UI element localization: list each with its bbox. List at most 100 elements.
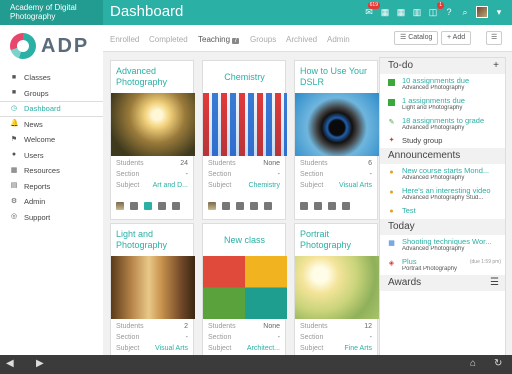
announcement-item[interactable]: ● New course starts Mond... Advanced Photo… [380, 164, 505, 184]
sidebar-item-support[interactable]: ◎ Support [0, 210, 103, 226]
card-title[interactable]: Advanced Photography [116, 66, 189, 88]
sidebar-item-welcome[interactable]: ⚑ Welcome [0, 132, 103, 148]
subject-label: Subject [208, 182, 232, 189]
sidebar-item-dashboard[interactable]: ◷ Dashboard [0, 101, 103, 117]
class-card[interactable]: New class Students None Section - Subject A… [202, 223, 287, 373]
document-icon[interactable] [314, 202, 322, 210]
card-title[interactable]: Light and Photography [116, 229, 189, 251]
today-item-title[interactable]: Shooting techniques Wor... [402, 235, 505, 246]
forward-icon[interactable]: ▶ [36, 358, 44, 369]
todo-item-title[interactable]: Study group [402, 134, 505, 145]
grid-icon[interactable] [172, 202, 180, 210]
tab-enrolled[interactable]: Enrolled [110, 35, 139, 44]
card-image[interactable] [203, 256, 287, 319]
menu-button[interactable]: ☰ [486, 31, 503, 45]
card-title[interactable]: Portrait Photography [300, 229, 373, 251]
bell-icon[interactable] [328, 202, 336, 210]
announcement-item[interactable]: ● Test [380, 204, 505, 219]
sidebar-item-label: Reports [24, 181, 51, 191]
subject-value[interactable]: Architect... [247, 345, 280, 352]
sidebar-item-users[interactable]: ● Users [0, 148, 103, 164]
chevron-down-icon[interactable]: ▾ [494, 7, 504, 17]
subject-value[interactable]: Chemistry [248, 182, 280, 189]
bell-icon[interactable] [236, 202, 244, 210]
subject-value[interactable]: Art and D... [153, 182, 188, 189]
class-card[interactable]: Light and Photography Students 2 Section -… [110, 223, 195, 373]
sidebar-item-reports[interactable]: ▤ Reports [0, 179, 103, 195]
todo-item[interactable]: ✦ Study group [380, 134, 505, 148]
todo-item-title[interactable]: 1 assignments due [402, 94, 505, 105]
sidebar-item-classes[interactable]: ■ Classes [0, 70, 103, 86]
announcement-title[interactable]: Test [402, 204, 505, 215]
subject-value[interactable]: Fine Arts [344, 345, 372, 352]
calendar-icon[interactable]: ▦ [380, 7, 390, 17]
checkbox-icon[interactable] [388, 99, 395, 106]
top-icons: ✉ 619 ▦ ▦ ▥ ◫ 1 ? ⌕ ▾ [364, 2, 504, 18]
bell-icon[interactable] [158, 202, 166, 210]
bottom-bar: ◀ ▶ ⌂ ↻ [0, 355, 512, 374]
groups-icon: ■ [11, 89, 17, 97]
menu-icon[interactable]: ☰ [490, 275, 499, 291]
catalog-button[interactable]: ☰ Catalog [394, 31, 439, 45]
card-image[interactable] [295, 93, 379, 156]
sidebar-item-label: Classes [24, 73, 51, 83]
help-icon[interactable]: ? [444, 7, 454, 17]
announcement-title[interactable]: Here's an interesting video [402, 184, 505, 195]
class-card[interactable]: Advanced Photography Students 24 Section -… [110, 60, 195, 220]
logo[interactable]: ADP [10, 33, 89, 59]
grid-icon[interactable] [342, 202, 350, 210]
brand-name[interactable]: Academy of Digital Photography [0, 0, 103, 25]
checkbox-icon[interactable] [388, 79, 395, 86]
avatar[interactable] [476, 6, 488, 18]
class-card[interactable]: How to Use Your DSLR Students 6 Section - … [294, 60, 379, 220]
card-image[interactable] [295, 256, 379, 319]
announcement-title[interactable]: New course starts Mond... [402, 164, 505, 175]
back-icon[interactable]: ◀ [6, 358, 14, 369]
tab-teaching[interactable]: Teaching 7 [198, 35, 240, 44]
add-todo-icon[interactable]: + [493, 58, 499, 74]
todo-item[interactable]: 10 assignments due Advanced Photography [380, 74, 505, 94]
todo-item-title[interactable]: 10 assignments due [402, 74, 505, 85]
card-image[interactable] [111, 256, 195, 319]
document-icon[interactable] [222, 202, 230, 210]
refresh-icon[interactable]: ↻ [494, 358, 502, 369]
book-icon[interactable] [300, 202, 308, 210]
subject-value[interactable]: Visual Arts [155, 345, 188, 352]
card-title[interactable]: Chemistry [208, 72, 281, 83]
card-image[interactable] [111, 93, 195, 156]
add-button[interactable]: + Add [441, 31, 472, 45]
subject-value[interactable]: Visual Arts [339, 182, 372, 189]
card-title[interactable]: How to Use Your DSLR [300, 66, 373, 88]
search-icon[interactable]: ⌕ [460, 7, 470, 17]
cart-icon[interactable]: ◫ 1 [428, 2, 444, 17]
tab-groups[interactable]: Groups [250, 35, 276, 44]
grid-icon[interactable]: ▦ [396, 7, 406, 17]
thumbnail-icon[interactable] [208, 202, 216, 210]
mail-icon[interactable]: ✉ 619 [364, 2, 380, 17]
today-item[interactable]: ▦ Shooting techniques Wor... Advanced Phot… [380, 235, 505, 255]
sidebar-item-groups[interactable]: ■ Groups [0, 86, 103, 102]
todo-item-title[interactable]: 18 assignments to grade [402, 114, 505, 125]
grid-icon[interactable] [264, 202, 272, 210]
announcement-item[interactable]: ● Here's an interesting video Advanced Pho… [380, 184, 505, 204]
sidebar-item-news[interactable]: 🔔 News [0, 117, 103, 133]
sidebar-item-admin[interactable]: ⚙ Admin [0, 194, 103, 210]
card-image[interactable] [203, 93, 287, 156]
book-icon[interactable] [130, 202, 138, 210]
students-label: Students [208, 160, 236, 167]
today-item[interactable]: ◈ Plus (due 1:59 pm) Portrait Photography [380, 255, 505, 275]
todo-item[interactable]: 1 assignments due Light and Photography [380, 94, 505, 114]
class-card[interactable]: Chemistry Students None Section - Subject C… [202, 60, 287, 220]
trash-icon[interactable]: ▥ [412, 7, 422, 17]
tab-archived[interactable]: Archived [286, 35, 317, 44]
tab-completed[interactable]: Completed [149, 35, 188, 44]
home-icon[interactable]: ⌂ [470, 358, 476, 369]
class-card[interactable]: Portrait Photography Students 12 Section -… [294, 223, 379, 373]
book-icon[interactable] [250, 202, 258, 210]
tab-admin[interactable]: Admin [327, 35, 350, 44]
sidebar-item-resources[interactable]: ▦ Resources [0, 163, 103, 179]
info-icon[interactable] [144, 202, 152, 210]
thumbnail-icon[interactable] [116, 202, 124, 210]
todo-item[interactable]: ✎ 18 assignments to grade Advanced Photogr… [380, 114, 505, 134]
card-title[interactable]: New class [208, 235, 281, 246]
